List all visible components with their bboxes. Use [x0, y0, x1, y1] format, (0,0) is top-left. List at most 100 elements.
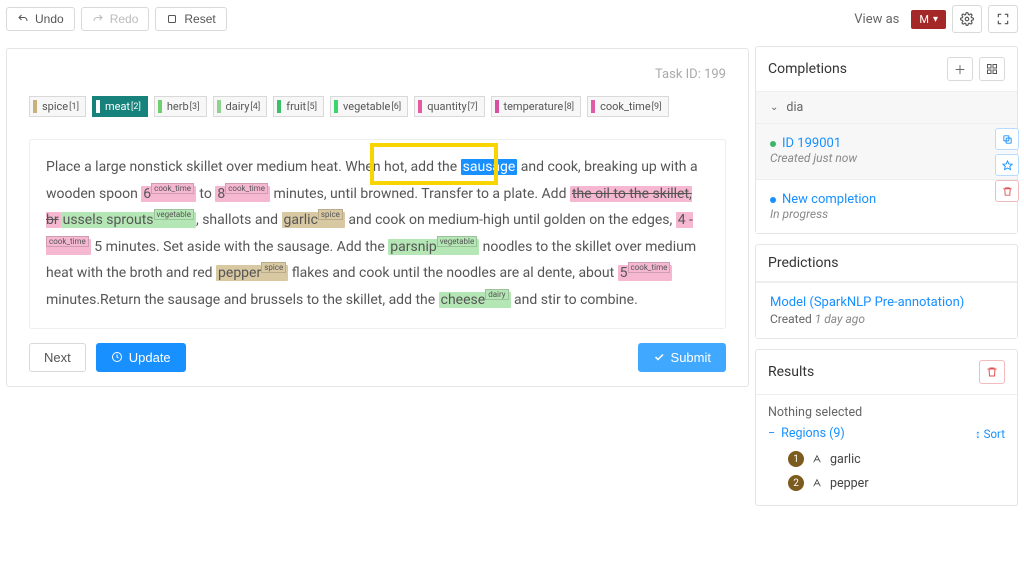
status-dot-green	[770, 141, 776, 147]
status-dot-blue	[770, 197, 776, 203]
region-number-badge: 1	[788, 451, 804, 467]
view-as-label: View as	[854, 12, 899, 27]
new-completion-link[interactable]: New completion	[782, 192, 876, 207]
grid-view-button[interactable]	[979, 57, 1005, 81]
submit-label: Submit	[671, 350, 711, 365]
results-panel: Results Nothing selected −Regions (9) ↕ …	[755, 349, 1018, 506]
label-chip-quantity[interactable]: quantity[7]	[414, 96, 484, 117]
task-card: Task ID: 199 spice[1] meat[2] herb[3] dairy…	[6, 48, 749, 387]
label-hotkey: [8]	[564, 102, 574, 112]
settings-button[interactable]	[952, 5, 982, 33]
reset-button[interactable]: Reset	[155, 7, 226, 31]
text-fragment: minutes, until browned. Transfer to a pl…	[270, 186, 570, 202]
copy-icon	[1002, 134, 1013, 145]
grid-icon	[986, 63, 998, 75]
reset-label: Reset	[184, 12, 215, 26]
star-icon	[1002, 160, 1013, 171]
text-fragment: to	[196, 186, 215, 202]
fullscreen-button[interactable]	[988, 5, 1018, 33]
prediction-model-link[interactable]: Model (SparkNLP Pre-annotation)	[770, 295, 964, 310]
plus-icon: ＋	[954, 61, 966, 78]
text-fragment: and stir to combine.	[511, 292, 638, 308]
region-item[interactable]: 1 garlic	[768, 447, 1005, 471]
label-name: fruit	[286, 100, 306, 113]
reset-icon	[166, 13, 178, 25]
label-chip-fruit[interactable]: fruit[5]	[273, 96, 324, 117]
clear-results-button[interactable]	[979, 360, 1005, 384]
label-swatch	[277, 100, 281, 113]
completion-created: Created just now	[770, 151, 1003, 165]
text-fragment: flakes and cook until the noodles are al…	[288, 265, 617, 281]
span-garlic[interactable]: garlicspice	[282, 212, 345, 228]
completion-item[interactable]: ID 199001 Created just now	[756, 123, 1017, 179]
label-chip-temperature[interactable]: temperature[8]	[491, 96, 582, 117]
copy-completion-button[interactable]	[995, 128, 1019, 150]
span-cook-time-5[interactable]: 5cook_time	[618, 265, 673, 281]
undo-icon	[17, 13, 29, 25]
trash-icon	[1002, 186, 1013, 197]
undo-button[interactable]: Undo	[6, 7, 75, 31]
label-name: spice	[42, 100, 68, 113]
label-swatch	[495, 100, 499, 113]
results-title: Results	[768, 364, 814, 380]
text-fragment: , shallots and	[196, 212, 282, 228]
label-chip-meat[interactable]: meat[2]	[92, 96, 148, 117]
sort-button[interactable]: ↕ Sort	[975, 427, 1005, 441]
completions-panel: Completions ＋ ⌄ dia	[755, 46, 1018, 234]
trash-icon	[986, 366, 998, 378]
predictions-panel: Predictions Model (SparkNLP Pre-annotati…	[755, 244, 1018, 339]
check-icon	[653, 351, 665, 363]
span-cook-time-6[interactable]: 6cook_time	[141, 186, 196, 202]
new-completion-status: In progress	[770, 207, 1003, 221]
add-completion-button[interactable]: ＋	[947, 57, 973, 81]
region-number-badge: 2	[788, 475, 804, 491]
label-chip-dairy[interactable]: dairy[4]	[213, 96, 268, 117]
task-id: Task ID: 199	[29, 67, 726, 82]
chevron-down-icon: ⌄	[770, 102, 778, 113]
predictions-title: Predictions	[768, 255, 838, 271]
view-as-initial: M	[919, 13, 929, 26]
next-button[interactable]: Next	[29, 343, 86, 372]
label-swatch	[158, 100, 162, 113]
span-pepper[interactable]: pepperspice	[216, 265, 288, 281]
label-hotkey: [2]	[131, 102, 141, 112]
gear-icon	[960, 12, 974, 26]
submit-button[interactable]: Submit	[638, 343, 726, 372]
label-hotkey: [1]	[69, 102, 79, 112]
text-fragment: minutes.Return the sausage and brussels …	[46, 292, 439, 308]
span-brussels[interactable]: ussels sproutsvegetable	[61, 212, 196, 228]
span-sausage[interactable]: sausage	[461, 159, 518, 175]
completion-actions	[995, 128, 1019, 202]
label-chip-cook_time[interactable]: cook_time[9]	[587, 96, 668, 117]
region-text: garlic	[830, 452, 861, 467]
completion-id-link[interactable]: ID 199001	[782, 136, 841, 151]
completions-group-toggle[interactable]: ⌄ dia	[756, 91, 1017, 123]
new-completion-row: New completion In progress	[756, 179, 1017, 233]
label-swatch	[96, 100, 100, 113]
delete-completion-button[interactable]	[995, 180, 1019, 202]
annotation-text[interactable]: Place a large nonstick skillet over medi…	[29, 139, 726, 329]
label-hotkey: [7]	[468, 102, 478, 112]
update-label: Update	[129, 350, 171, 365]
prediction-created-when: 1 day ago	[815, 312, 865, 326]
span-parsnip[interactable]: parsnipvegetable	[388, 239, 479, 255]
label-chip-herb[interactable]: herb[3]	[154, 96, 207, 117]
redo-button[interactable]: Redo	[81, 7, 150, 31]
label-swatch	[334, 100, 338, 113]
label-hotkey: [6]	[391, 102, 401, 112]
completions-group-label: dia	[786, 100, 803, 115]
span-cook-time-8[interactable]: 8cook_time	[215, 186, 270, 202]
span-cheese[interactable]: cheesedairy	[439, 292, 511, 308]
label-name: vegetable	[343, 100, 390, 113]
label-hotkey: [3]	[190, 102, 200, 112]
regions-toggle[interactable]: −Regions (9) ↕ Sort	[768, 420, 1005, 447]
label-name: herb	[167, 100, 189, 113]
star-completion-button[interactable]	[995, 154, 1019, 176]
redo-label: Redo	[110, 12, 139, 26]
region-item[interactable]: 2pepper	[768, 471, 1005, 495]
label-chip-vegetable[interactable]: vegetable[6]	[330, 96, 408, 117]
update-button[interactable]: Update	[96, 343, 186, 372]
view-as-user-badge[interactable]: M ▾	[911, 10, 946, 29]
label-hotkey: [4]	[250, 102, 260, 112]
label-chip-spice[interactable]: spice[1]	[29, 96, 86, 117]
